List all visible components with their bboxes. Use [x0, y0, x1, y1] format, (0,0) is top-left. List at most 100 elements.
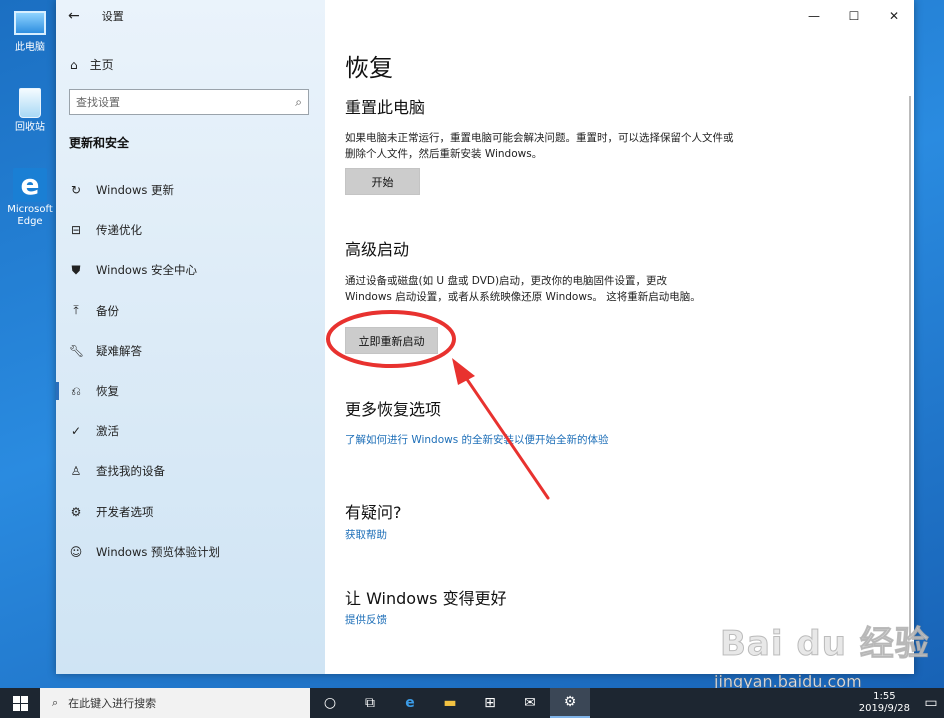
desktop-icon-edge[interactable]: e Microsoft Edge — [4, 168, 56, 228]
close-button[interactable]: ✕ — [874, 0, 914, 32]
taskbar-search-input[interactable] — [68, 696, 269, 710]
recycle-bin-icon — [19, 88, 41, 118]
sidebar-item-recovery[interactable]: ⎌ 恢复 — [56, 371, 325, 411]
delivery-icon: ⊟ — [70, 223, 82, 238]
sidebar-item-label: 开发者选项 — [96, 504, 154, 519]
check-circle-icon: ✓ — [70, 424, 82, 439]
sidebar-item-label: 疑难解答 — [96, 343, 142, 358]
home-label: 主页 — [89, 58, 114, 72]
desktop-icon-label-line2: Edge — [17, 216, 43, 227]
edge-icon: e — [13, 168, 47, 202]
get-help-link[interactable]: 获取帮助 — [345, 527, 387, 542]
back-arrow-icon[interactable]: ← — [68, 8, 80, 24]
sidebar-item-label: Windows 安全中心 — [96, 263, 197, 278]
feedback-heading: 让 Windows 变得更好 — [345, 589, 507, 608]
desktop-icon-this-pc[interactable]: 此电脑 — [4, 6, 56, 54]
system-tray: 1:55 2019/9/28 ▭ — [851, 688, 944, 718]
shield-icon: ⛊ — [71, 262, 81, 277]
settings-taskbar-button[interactable]: ⚙ — [550, 688, 590, 718]
more-options-heading: 更多恢复选项 — [345, 400, 442, 419]
refresh-icon: ↻ — [70, 183, 82, 198]
search-icon: ⌕ — [52, 696, 59, 709]
sidebar-item-label: Windows 更新 — [96, 183, 174, 198]
taskbar: ⌕ ○ ⧉ e ▬ ⊞ ✉ ⚙ 1:55 2019/9/28 ▭ — [0, 688, 944, 718]
sidebar-item-troubleshoot[interactable]: 🔧︎ 疑难解答 — [56, 331, 325, 371]
main-pane: — ☐ ✕ 恢复 重置此电脑 如果电脑未正常运行，重置电脑可能会解决问题。重置时… — [325, 0, 914, 674]
sidebar-item-delivery-optimization[interactable]: ⊟ 传递优化 — [56, 210, 325, 250]
insider-icon: ☺ — [69, 544, 83, 559]
fresh-install-link[interactable]: 了解如何进行 Windows 的全新安装以便开始全新的体验 — [345, 432, 609, 447]
folder-icon: ▬ — [443, 695, 457, 711]
sidebar-item-label: 备份 — [96, 303, 119, 318]
clock-time: 1:55 — [873, 691, 896, 702]
mail-icon: ✉ — [524, 695, 536, 711]
search-input[interactable] — [76, 95, 296, 109]
sidebar-item-insider[interactable]: ☺ Windows 预览体验计划 — [56, 532, 325, 572]
search-icon[interactable]: ⌕ — [295, 95, 302, 110]
watermark: Bai du 经验 jingyan.baidu.com — [700, 610, 940, 700]
titlebar: ← 设置 — [68, 8, 124, 24]
circle-icon: ○ — [323, 695, 337, 711]
advanced-startup-heading: 高级启动 — [345, 240, 410, 259]
desktop-icon-label-line1: Microsoft — [7, 204, 53, 215]
backup-icon: ⤒ — [73, 303, 79, 318]
sidebar-item-label: Windows 预览体验计划 — [96, 544, 220, 559]
sidebar-item-developer[interactable]: ⚙︎ 开发者选项 — [56, 492, 325, 532]
wrench-icon: 🔧︎ — [69, 343, 85, 358]
windows-logo-icon — [12, 695, 28, 711]
window-title: 设置 — [101, 10, 124, 23]
mail-button[interactable]: ✉ — [510, 688, 550, 718]
reset-heading: 重置此电脑 — [345, 98, 426, 117]
file-explorer-button[interactable]: ▬ — [430, 688, 470, 718]
sidebar-item-find-my-device[interactable]: ♙ 查找我的设备 — [56, 451, 325, 491]
window-controls: — ☐ ✕ — [794, 0, 914, 32]
maximize-button[interactable]: ☐ — [834, 0, 874, 32]
watermark-brand: Bai du 经验 — [720, 624, 930, 665]
scrollbar[interactable] — [909, 96, 911, 636]
sidebar-item-label: 查找我的设备 — [96, 464, 165, 479]
minimize-button[interactable]: — — [794, 0, 834, 32]
desktop-icon-label: 此电脑 — [15, 42, 45, 53]
sidebar-item-label: 激活 — [96, 424, 119, 439]
store-bag-icon: ⊞ — [484, 695, 496, 711]
computer-icon — [14, 11, 46, 35]
sidebar-home[interactable]: ⌂ 主页 — [70, 56, 114, 73]
clock[interactable]: 1:55 2019/9/28 — [851, 691, 918, 715]
section-title: 更新和安全 — [69, 136, 130, 150]
advanced-startup-description: 通过设备或磁盘(如 U 盘或 DVD)启动，更改你的电脑固件设置，更改 Wind… — [345, 275, 701, 303]
sidebar-item-security-center[interactable]: ⛊ Windows 安全中心 — [56, 250, 325, 290]
sidebar: ← 设置 ⌂ 主页 ⌕ 更新和安全 ↻ Windows 更新 ⊟ 传递优化 ⛊ … — [56, 0, 325, 674]
edge-taskbar-button[interactable]: e — [390, 688, 430, 718]
store-button[interactable]: ⊞ — [470, 688, 510, 718]
settings-search: ⌕ — [69, 89, 309, 115]
reset-description: 如果电脑未正常运行，重置电脑可能会解决问题。重置时，可以选择保留个人文件或删除个… — [345, 132, 734, 160]
sidebar-item-label: 恢复 — [96, 384, 119, 399]
task-view-button[interactable]: ⧉ — [350, 688, 390, 718]
developer-icon: ⚙︎ — [70, 504, 82, 519]
home-icon: ⌂ — [70, 57, 78, 72]
edge-icon: e — [405, 695, 415, 711]
give-feedback-link[interactable]: 提供反馈 — [345, 612, 387, 627]
notification-button[interactable]: ▭ — [918, 688, 944, 718]
cortana-button[interactable]: ○ — [310, 688, 350, 718]
gear-icon: ⚙ — [563, 694, 577, 710]
sidebar-item-activation[interactable]: ✓ 激活 — [56, 411, 325, 451]
notification-icon: ▭ — [924, 695, 938, 711]
sidebar-item-label: 传递优化 — [96, 223, 142, 238]
sidebar-item-backup[interactable]: ⤒ 备份 — [56, 291, 325, 331]
person-pin-icon: ♙ — [70, 464, 82, 479]
desktop-icon-label: 回收站 — [15, 122, 45, 133]
task-view-icon: ⧉ — [365, 695, 375, 711]
recovery-icon: ⎌ — [71, 383, 81, 398]
start-reset-button[interactable]: 开始 — [345, 168, 420, 195]
clock-date: 2019/9/28 — [858, 703, 910, 714]
sidebar-item-windows-update[interactable]: ↻ Windows 更新 — [56, 170, 325, 210]
page-title: 恢复 — [345, 54, 393, 82]
sidebar-nav: ↻ Windows 更新 ⊟ 传递优化 ⛊ Windows 安全中心 ⤒ 备份 … — [56, 170, 325, 572]
question-heading: 有疑问? — [345, 503, 402, 522]
desktop-icon-recycle-bin[interactable]: 回收站 — [4, 86, 56, 134]
settings-window: ← 设置 ⌂ 主页 ⌕ 更新和安全 ↻ Windows 更新 ⊟ 传递优化 ⛊ … — [56, 0, 914, 674]
start-button[interactable] — [0, 688, 40, 718]
taskbar-search: ⌕ — [40, 688, 310, 718]
restart-now-button[interactable]: 立即重新启动 — [345, 327, 438, 354]
